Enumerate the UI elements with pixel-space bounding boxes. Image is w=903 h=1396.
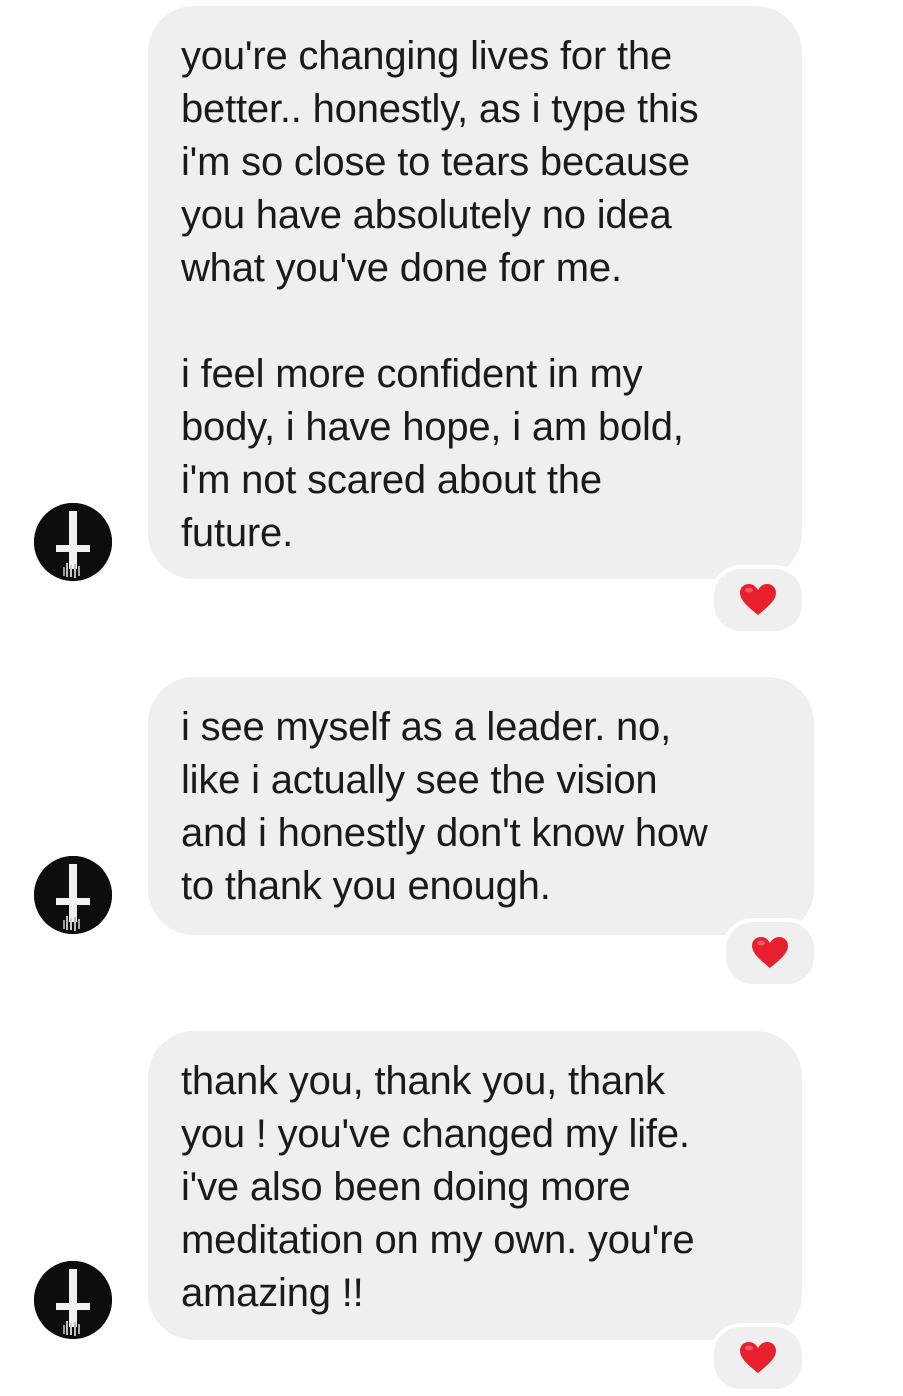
message-bubble[interactable]: you're changing lives for the better.. h… [148,6,802,579]
sender-avatar[interactable] [34,856,112,934]
message-bubble[interactable]: i see myself as a leader. no, like i act… [148,677,814,935]
heart-reaction[interactable] [710,1323,806,1393]
message-text: you're changing lives for the better.. h… [181,34,699,555]
inverted-cross-icon [34,503,112,581]
heart-icon [740,1342,776,1373]
message-text: i see myself as a leader. no, like i act… [181,705,708,908]
heart-reaction[interactable] [710,565,806,635]
heart-reaction[interactable] [722,918,818,988]
inverted-cross-icon [34,1261,112,1339]
sender-avatar[interactable] [34,1261,112,1339]
message-text: thank you, thank you, thank you ! you've… [181,1059,695,1315]
heart-icon [740,584,776,615]
message-bubble[interactable]: thank you, thank you, thank you ! you've… [148,1031,802,1340]
heart-icon [752,937,788,968]
sender-avatar[interactable] [34,503,112,581]
inverted-cross-icon [34,856,112,934]
